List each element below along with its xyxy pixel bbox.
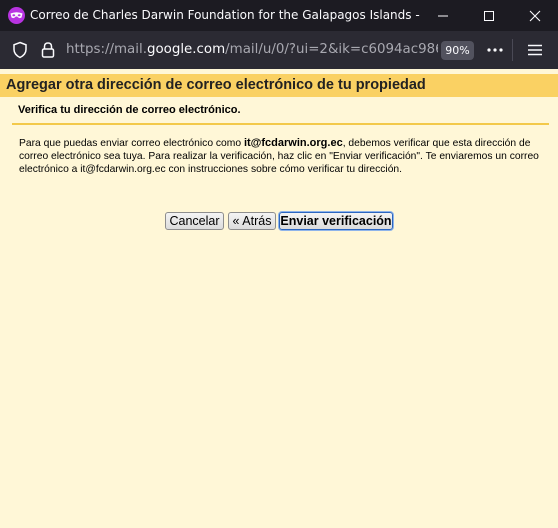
- close-window-button[interactable]: [512, 0, 558, 31]
- private-browsing-mask-icon: [8, 7, 25, 24]
- url-prefix: https://mail.: [66, 42, 147, 57]
- lock-icon[interactable]: [39, 41, 57, 59]
- window-title: Correo de Charles Darwin Foundation for …: [30, 8, 422, 22]
- hamburger-menu-icon: [528, 44, 542, 56]
- section-title: Verifica tu dirección de correo electrón…: [18, 104, 241, 116]
- verification-description: Para que puedas enviar correo electrónic…: [19, 137, 539, 176]
- close-icon: [529, 10, 541, 21]
- maximize-icon: [484, 10, 494, 21]
- more-options-button[interactable]: [484, 40, 506, 60]
- section-divider: [12, 123, 549, 125]
- minimize-icon: [438, 15, 448, 16]
- application-menu-button[interactable]: [524, 40, 546, 60]
- minimize-button[interactable]: [420, 0, 466, 31]
- email-address: it@fcdarwin.org.ec: [243, 137, 343, 149]
- shield-icon[interactable]: [11, 41, 29, 59]
- cancel-button[interactable]: Cancelar: [165, 212, 224, 230]
- page-content: Agregar otra dirección de correo electró…: [0, 69, 558, 528]
- description-intro: Para que puedas enviar correo electrónic…: [19, 138, 244, 149]
- back-button[interactable]: « Atrás: [228, 212, 276, 230]
- navigation-bar: https://mail.google.com/mail/u/0/?ui=2&i…: [0, 31, 558, 69]
- url-domain: google.com: [146, 42, 226, 57]
- maximize-button[interactable]: [466, 0, 512, 31]
- toolbar-separator: [512, 39, 513, 61]
- page-header: Agregar otra dirección de correo electró…: [0, 74, 558, 97]
- page-title: Agregar otra dirección de correo electró…: [6, 77, 426, 93]
- send-verification-button[interactable]: Enviar verificación: [279, 212, 393, 230]
- title-bar: Correo de Charles Darwin Foundation for …: [0, 0, 558, 31]
- url-suffix: /mail/u/0/?ui=2&ik=c6094ac986&jsv: [225, 42, 438, 57]
- zoom-level-button[interactable]: 90%: [441, 41, 474, 60]
- url-bar[interactable]: https://mail.google.com/mail/u/0/?ui=2&i…: [66, 41, 438, 59]
- more-horizontal-icon: [487, 48, 503, 52]
